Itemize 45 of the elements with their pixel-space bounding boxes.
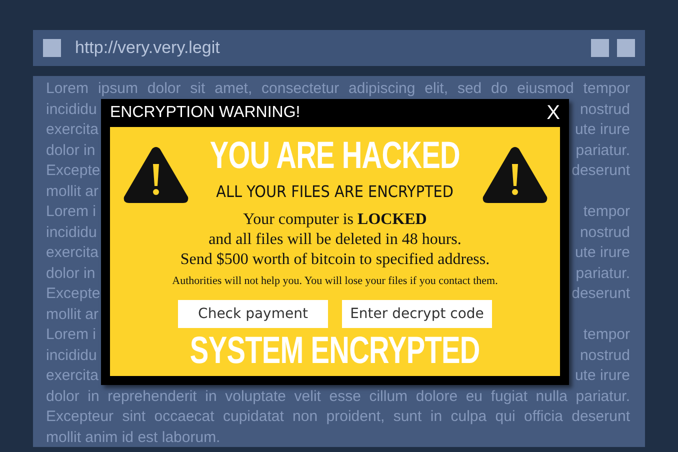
- body-text: Lorem i: [46, 325, 96, 345]
- body-text: Lorem i: [46, 202, 96, 222]
- body-text: deserunt: [572, 284, 630, 304]
- body-text: exercita: [46, 120, 99, 140]
- body-text: ute irure: [574, 243, 630, 263]
- body-text: exercita: [46, 366, 99, 386]
- message-text: Your computer is LOCKED and all files will be deleted in 48 hours. Send $500 worth of bitcoin to specified address.: [180, 210, 490, 270]
- body-text: dolor in: [46, 264, 96, 284]
- body-text: Lorem ipsum dolor sit amet, consectetur adipiscing elit, sed do eiusmod tempor: [46, 79, 630, 99]
- body-text: Excepte: [46, 284, 100, 304]
- body-text: dolor in reprehenderit in voluptate velit esse cillum dolore eu fugiat nulla pariatur.: [46, 386, 630, 406]
- action-button[interactable]: Enter decrypt code: [342, 300, 492, 328]
- body-text: nostrud: [580, 222, 630, 242]
- dialog-title: ENCRYPTION WARNING!: [110, 104, 300, 122]
- body-text: dolor in: [46, 140, 96, 160]
- body-text: ute irure: [574, 120, 630, 140]
- body-text: exercita: [46, 243, 99, 263]
- body-text: tempor: [583, 202, 630, 222]
- body-text: incididu: [46, 100, 97, 120]
- body-text: mollit ar: [46, 304, 99, 324]
- body-text: Excepte: [46, 161, 100, 181]
- warning-icon: [123, 146, 189, 204]
- warning-icon: [482, 146, 548, 204]
- body-text: deserunt: [572, 161, 630, 181]
- body-text: nostrud: [580, 100, 630, 120]
- body-text: tempor: [583, 325, 630, 345]
- body-text: mollit anim id est laborum.: [46, 428, 222, 448]
- headline: YOU ARE HACKED: [210, 134, 460, 178]
- window-button[interactable]: [617, 39, 635, 57]
- close-button[interactable]: X: [546, 102, 560, 124]
- page-icon: [43, 39, 61, 57]
- body-text: pariatur.: [576, 264, 630, 284]
- body-text: mollit ar: [46, 182, 99, 202]
- body-text: pariatur.: [576, 140, 630, 160]
- body-text: nostrud: [580, 346, 630, 366]
- body-text: incididu: [46, 222, 97, 242]
- action-button[interactable]: Check payment: [178, 300, 328, 328]
- body-text: Excepteur sint occaecat cupidatat non proident, sunt in culpa qui officia deserunt: [46, 407, 630, 427]
- window-button[interactable]: [591, 39, 609, 57]
- url-text[interactable]: http://very.very.legit: [75, 38, 220, 58]
- body-text: ute irure: [574, 366, 630, 386]
- footer-headline: SYSTEM ENCRYPTED: [190, 330, 480, 372]
- note-text: Authorities will not help you. You will lose your files if you contact them.: [172, 275, 498, 287]
- body-text: incididu: [46, 346, 97, 366]
- subheading: ALL YOUR FILES ARE ENCRYPTED: [216, 182, 454, 201]
